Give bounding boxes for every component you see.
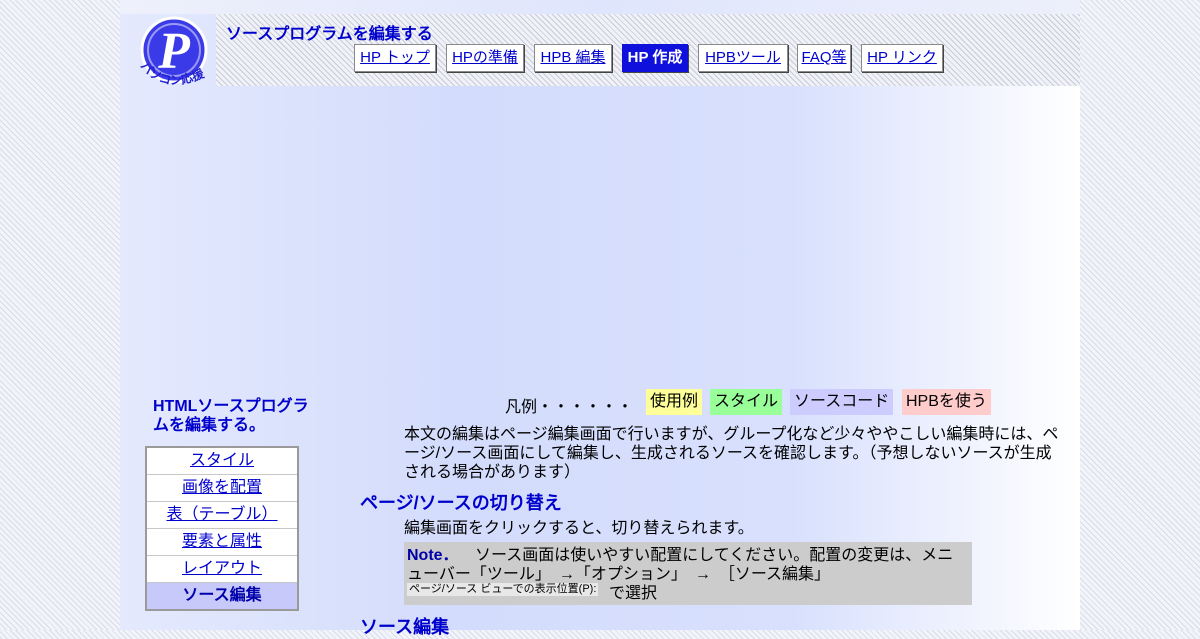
nav-hp-top[interactable]: HP トップ (354, 44, 436, 72)
sidebar-item-layout[interactable]: レイアウト (147, 556, 297, 583)
nav-hpb-tools[interactable]: HPBツール (698, 44, 788, 72)
note-text-line1: ソース画面は使いやすい配置にしてください。配置の変更は、メニ (475, 547, 954, 564)
nav-faq[interactable]: FAQ等 (797, 44, 851, 72)
sidebar-item-image-placement[interactable]: 画像を配置 (147, 475, 297, 502)
note-menu-screenshot: ページ/ソース ビューでの表示位置(P): (407, 583, 599, 596)
sidebar-title: HTMLソースプログラムを編集する。 (153, 398, 309, 434)
section-heading-switch: ページ/ソースの切り替え (360, 493, 562, 513)
page-title: ソースプログラムを編集する (226, 24, 433, 43)
section-heading-source-edit: ソース編集 (360, 617, 450, 637)
nav-hp-create[interactable]: HP 作成 (622, 44, 688, 72)
note-label: Note． (407, 547, 459, 564)
nav-hp-prep[interactable]: HPの準備 (446, 44, 524, 72)
sidebar-item-elements-attributes[interactable]: 要素と属性 (147, 529, 297, 556)
note-text-line3: で選択 (609, 585, 658, 602)
nav-hp-links[interactable]: HP リンク (861, 44, 943, 72)
section-switch-text: 編集画面をクリックすると、切り替えられます。 (404, 520, 754, 537)
sidebar-item-style[interactable]: スタイル (147, 448, 297, 475)
note-text-line2: ューバー「ツール」 →「オプション」 → ［ソース編集」 (407, 566, 831, 583)
page-background: P パソコン応援隊 ソースプログラムを編集する HP トップ HPの準備 HPB… (120, 0, 1080, 637)
note-box: Note． ソース画面は使いやすい配置にしてください。配置の変更は、メニ ューバ… (404, 542, 972, 605)
site-logo[interactable]: P パソコン応援隊 (134, 12, 214, 102)
nav-hpb-edit[interactable]: HPB 編集 (534, 44, 612, 72)
legend-chip-style: スタイル (710, 389, 783, 415)
legend-chip-source-code: ソースコード (790, 389, 894, 415)
sidebar-item-source-edit[interactable]: ソース編集 (147, 583, 297, 609)
intro-paragraph: 本文の編集はページ編集画面で行いますが、グループ化など少々ややこしい編集時には、… (404, 426, 1059, 481)
top-band (120, 0, 1080, 14)
sidebar-menu: スタイル 画像を配置 表（テーブル） 要素と属性 レイアウト ソース編集 (145, 446, 299, 611)
legend-label: 凡例・・・・・・ (505, 399, 634, 416)
legend-chip-example: 使用例 (646, 389, 703, 415)
legend-chip-use-hpb: HPBを使う (902, 389, 991, 415)
sidebar-item-table[interactable]: 表（テーブル） (147, 502, 297, 529)
